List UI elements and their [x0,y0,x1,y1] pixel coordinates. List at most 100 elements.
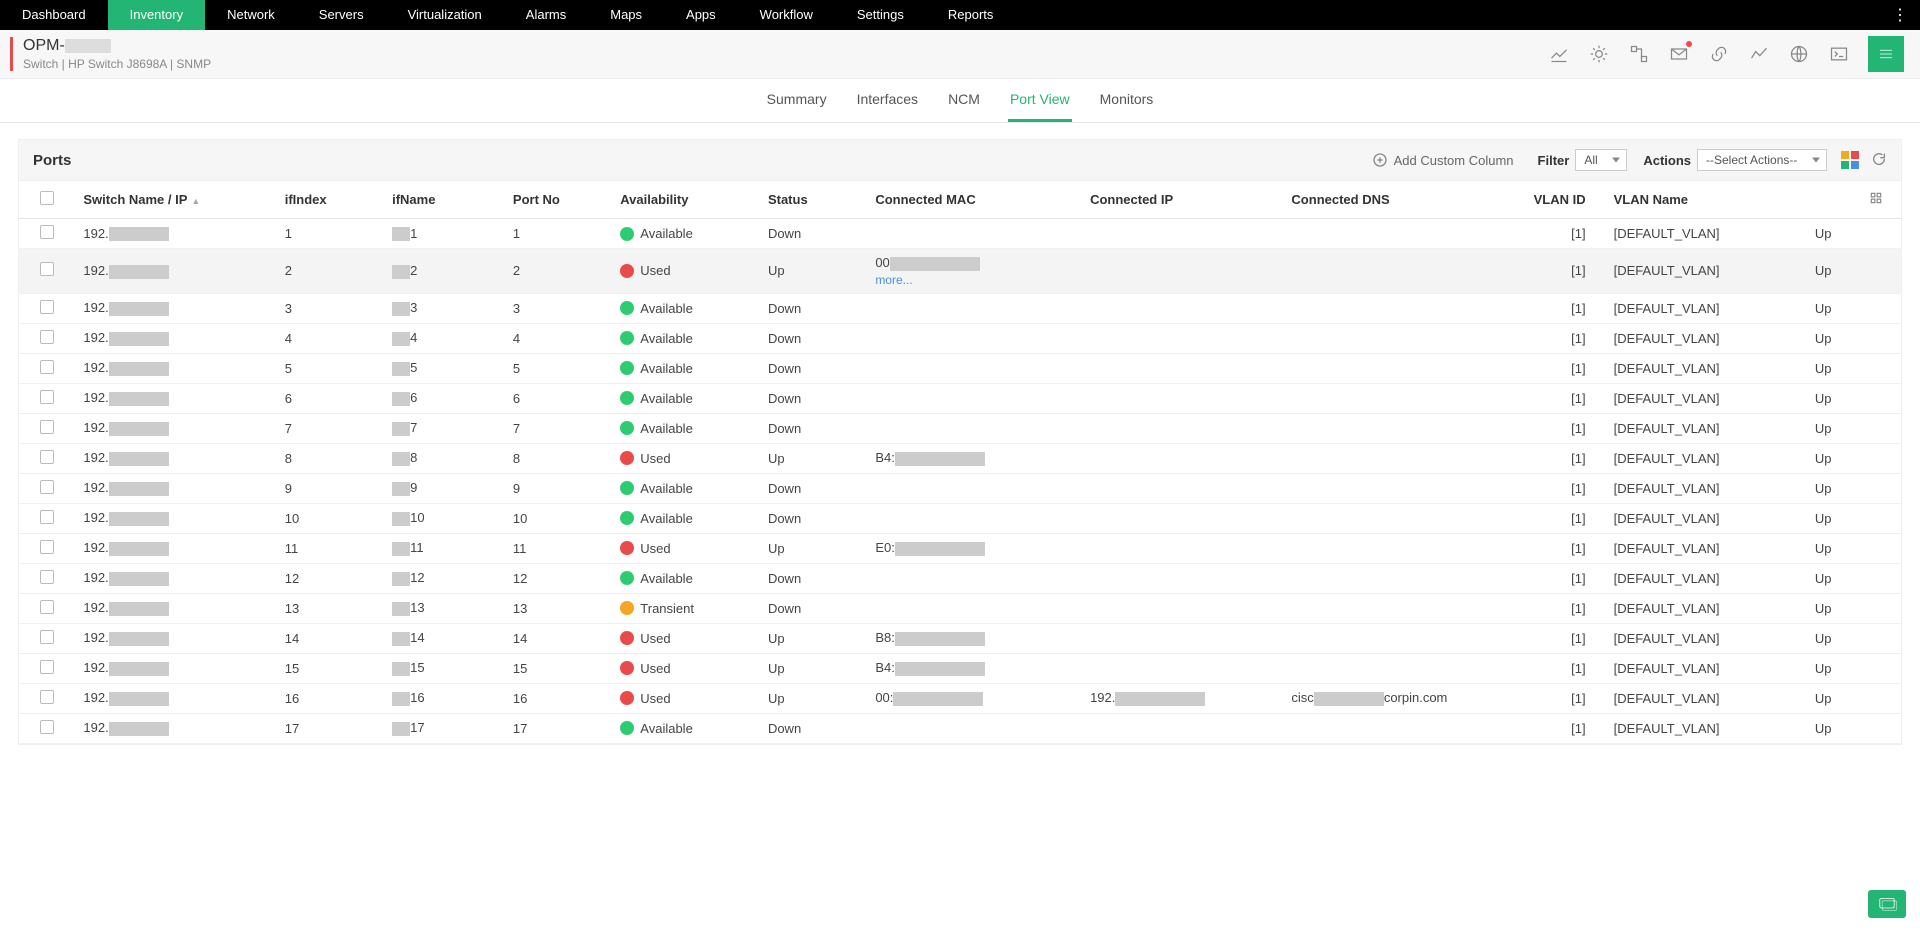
nav-dashboard[interactable]: Dashboard [0,0,108,30]
table-row[interactable]: 192. 7 7 7 Available Down [1] [DEFAULT_V… [19,413,1901,443]
cell-mac: B8: [867,623,1082,653]
cell-vlan-name: [DEFAULT_VLAN] [1606,249,1807,294]
table-row[interactable]: 192. 16 16 16 Used Up 00: 192. cisccorpi… [19,683,1901,713]
col-connected-ip[interactable]: Connected IP [1082,181,1283,219]
nav-apps[interactable]: Apps [664,0,738,30]
col-up[interactable] [1807,181,1861,219]
table-row[interactable]: 192. 14 14 14 Used Up B8: [1] [DEFAULT_V… [19,623,1901,653]
tab-port-view[interactable]: Port View [1008,79,1072,122]
nav-inventory[interactable]: Inventory [108,0,205,30]
table-row[interactable]: 192. 12 12 12 Available Down [1] [DEFAUL… [19,563,1901,593]
row-checkbox[interactable] [40,225,54,239]
row-checkbox[interactable] [40,262,54,276]
cell-switch-name: 192. [75,473,276,503]
redacted-text [895,632,985,646]
row-checkbox[interactable] [40,300,54,314]
column-settings-icon[interactable] [1861,181,1901,219]
row-checkbox[interactable] [40,420,54,434]
row-checkbox[interactable] [40,690,54,704]
table-row[interactable]: 192. 3 3 3 Available Down [1] [DEFAULT_V… [19,293,1901,323]
nav-maps[interactable]: Maps [588,0,664,30]
col-status[interactable]: Status [760,181,867,219]
row-checkbox[interactable] [40,390,54,404]
hamburger-menu-icon[interactable] [1868,36,1904,72]
cell-portno: 15 [505,653,612,683]
tab-ncm[interactable]: NCM [946,79,982,122]
col-ifname[interactable]: ifName [384,181,505,219]
tab-interfaces[interactable]: Interfaces [855,79,920,122]
row-checkbox[interactable] [40,720,54,734]
col-vlan-name[interactable]: VLAN Name [1606,181,1807,219]
table-row[interactable]: 192. 2 2 2 Used Up 00more... [1] [DEFAUL… [19,249,1901,294]
row-checkbox[interactable] [40,660,54,674]
col-ifindex[interactable]: ifIndex [277,181,384,219]
table-row[interactable]: 192. 8 8 8 Used Up B4: [1] [DEFAULT_VLAN… [19,443,1901,473]
row-checkbox[interactable] [40,330,54,344]
topology-icon[interactable] [1628,43,1650,65]
globe-icon[interactable] [1788,43,1810,65]
tab-monitors[interactable]: Monitors [1098,79,1156,122]
col-availability[interactable]: Availability [612,181,760,219]
table-row[interactable]: 192. 9 9 9 Available Down [1] [DEFAULT_V… [19,473,1901,503]
table-row[interactable]: 192. 6 6 6 Available Down [1] [DEFAULT_V… [19,383,1901,413]
col-switch-name[interactable]: Switch Name / IP▲ [75,181,276,219]
nav-workflow[interactable]: Workflow [738,0,835,30]
cell-switch-name: 192. [75,249,276,294]
table-row[interactable]: 192. 11 11 11 Used Up E0: [1] [DEFAULT_V… [19,533,1901,563]
cell-availability: Available [612,413,760,443]
nav-reports[interactable]: Reports [926,0,1016,30]
chart-icon[interactable] [1548,43,1570,65]
row-checkbox[interactable] [40,540,54,554]
cell-vlan-name: [DEFAULT_VLAN] [1606,503,1807,533]
help-fab-button[interactable] [1868,890,1906,918]
nav-settings[interactable]: Settings [835,0,926,30]
table-row[interactable]: 192. 5 5 5 Available Down [1] [DEFAULT_V… [19,353,1901,383]
cell-vlan-id: [1] [1485,533,1606,563]
cell-availability: Available [612,563,760,593]
select-all-checkbox[interactable] [40,191,54,205]
col-connected-dns[interactable]: Connected DNS [1283,181,1484,219]
row-checkbox[interactable] [40,630,54,644]
col-port-no[interactable]: Port No [505,181,612,219]
cell-availability: Available [612,713,760,743]
terminal-icon[interactable] [1828,43,1850,65]
mail-icon[interactable] [1668,43,1690,65]
table-row[interactable]: 192. 17 17 17 Available Down [1] [DEFAUL… [19,713,1901,743]
graph-icon[interactable] [1748,43,1770,65]
nav-network[interactable]: Network [205,0,297,30]
row-checkbox[interactable] [40,360,54,374]
view-grid-icon[interactable] [1841,151,1859,169]
cell-status: Down [760,293,867,323]
redacted-text [109,602,169,616]
cell-vlan-id: [1] [1485,623,1606,653]
refresh-icon[interactable] [1871,151,1887,170]
cell-ifname: 12 [384,563,505,593]
actions-select[interactable]: --Select Actions-- [1697,149,1827,171]
nav-alarms[interactable]: Alarms [504,0,588,30]
nav-virtualization[interactable]: Virtualization [386,0,504,30]
table-row[interactable]: 192. 13 13 13 Transient Down [1] [DEFAUL… [19,593,1901,623]
nav-servers[interactable]: Servers [297,0,386,30]
col-vlan-id[interactable]: VLAN ID [1485,181,1606,219]
alert-icon[interactable] [1588,43,1610,65]
row-checkbox[interactable] [40,450,54,464]
row-checkbox[interactable] [40,570,54,584]
cell-portno: 10 [505,503,612,533]
row-checkbox[interactable] [40,510,54,524]
col-connected-mac[interactable]: Connected MAC [867,181,1082,219]
add-custom-column-button[interactable]: Add Custom Column [1364,148,1522,172]
table-row[interactable]: 192. 15 15 15 Used Up B4: [1] [DEFAULT_V… [19,653,1901,683]
overflow-menu-icon[interactable]: ⋮ [1878,5,1920,25]
filter-select[interactable]: All [1575,149,1627,171]
redacted-text [109,422,169,436]
row-checkbox[interactable] [40,600,54,614]
table-row[interactable]: 192. 10 10 10 Available Down [1] [DEFAUL… [19,503,1901,533]
row-checkbox[interactable] [40,480,54,494]
cell-vlan-name: [DEFAULT_VLAN] [1606,653,1807,683]
table-row[interactable]: 192. 4 4 4 Available Down [1] [DEFAULT_V… [19,323,1901,353]
link-icon[interactable] [1708,43,1730,65]
cell-up: Up [1807,249,1861,294]
more-link[interactable]: more... [875,273,1074,287]
tab-summary[interactable]: Summary [765,79,829,122]
table-row[interactable]: 192. 1 1 1 Available Down [1] [DEFAULT_V… [19,219,1901,249]
